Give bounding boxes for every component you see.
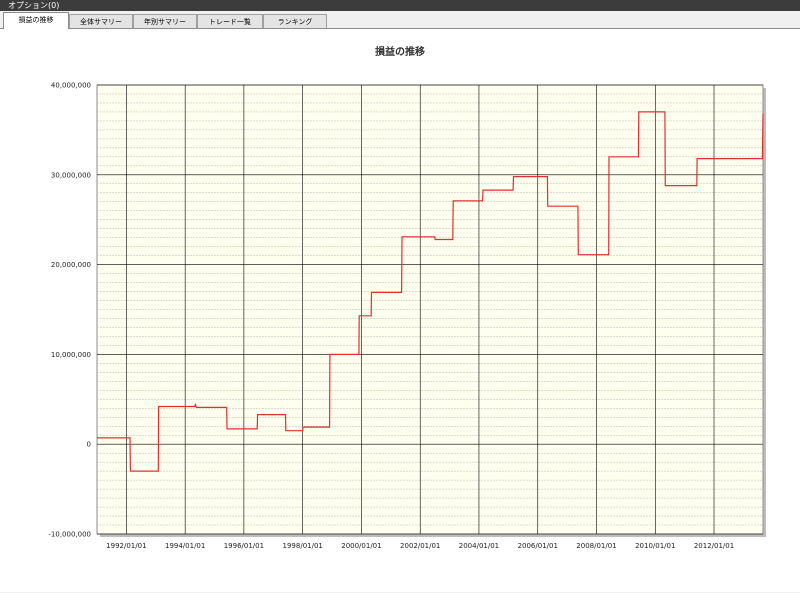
y-tick-label: 0 [87, 441, 91, 449]
x-tick-label: 2000/01/01 [341, 542, 381, 550]
chart-panel: 損益の推移 40,000,000 30,000,000 20,000,000 10,0… [0, 28, 800, 592]
tab-ranking[interactable]: ランキング [263, 14, 327, 28]
options-menu[interactable]: オプション(0) [8, 0, 59, 11]
x-axis-tick-labels: 1992/01/01 1994/01/01 1996/01/01 1998/01/01… [106, 542, 734, 550]
y-tick-label: 20,000,000 [51, 261, 91, 269]
x-tick-label: 1994/01/01 [165, 542, 205, 550]
y-tick-label: -10,000,000 [48, 531, 91, 539]
tab-strip: 損益の推移 全体サマリー 年別サマリー トレード一覧 ランキング [0, 11, 800, 29]
y-tick-label: 10,000,000 [51, 351, 91, 359]
y-axis-tick-labels: 40,000,000 30,000,000 20,000,000 10,000,000… [48, 82, 91, 539]
x-tick-label: 2004/01/01 [459, 542, 499, 550]
tab-trade-list[interactable]: トレード一覧 [197, 14, 263, 28]
y-tick-label: 40,000,000 [51, 82, 91, 90]
x-tick-label: 1992/01/01 [106, 542, 146, 550]
x-tick-label: 1996/01/01 [224, 542, 264, 550]
tab-profit-trend[interactable]: 損益の推移 [3, 12, 69, 29]
x-tick-label: 2010/01/01 [635, 542, 675, 550]
x-tick-label: 1998/01/01 [283, 542, 323, 550]
tab-overall-summary[interactable]: 全体サマリー [69, 14, 133, 28]
x-tick-label: 2008/01/01 [576, 542, 616, 550]
chart-title: 損益の推移 [375, 45, 425, 58]
x-tick-label: 2012/01/01 [694, 542, 734, 550]
menubar: オプション(0) [0, 0, 800, 11]
y-tick-label: 30,000,000 [51, 171, 91, 179]
x-tick-label: 2006/01/01 [518, 542, 558, 550]
x-tick-label: 2002/01/01 [400, 542, 440, 550]
tab-yearly-summary[interactable]: 年別サマリー [133, 14, 197, 28]
profit-trend-chart: 損益の推移 40,000,000 30,000,000 20,000,000 10,0… [48, 45, 766, 550]
